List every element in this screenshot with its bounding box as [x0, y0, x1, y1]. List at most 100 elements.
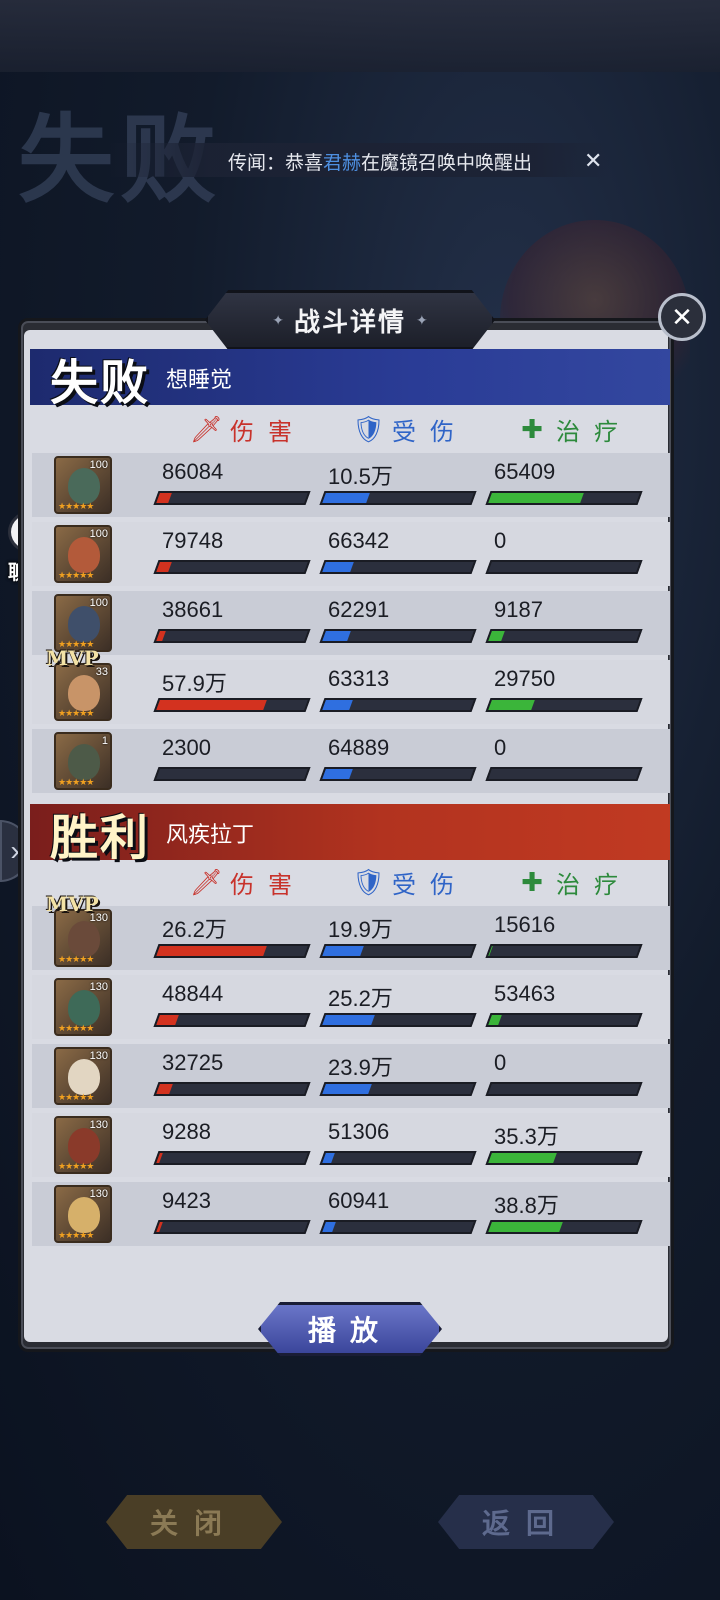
hero-stat-row: 100 ★★★★★ 79748 66342 0: [32, 522, 670, 586]
stat-taken: 23.9万: [319, 1050, 484, 1096]
stat-taken-bar-fill: [322, 700, 353, 710]
hero-avatar[interactable]: 100 ★★★★★: [54, 594, 112, 652]
back-button[interactable]: 返回: [438, 1495, 614, 1549]
stat-taken-value: 64889: [328, 735, 390, 760]
panel-close-button[interactable]: ✕: [658, 293, 706, 341]
stat-taken-bar-fill: [322, 1222, 337, 1232]
stat-taken-value: 51306: [328, 1119, 390, 1144]
stat-damage-bar-fill: [156, 1015, 180, 1025]
heart-cross-icon: ✚: [521, 867, 543, 897]
play-button[interactable]: 播放: [258, 1302, 442, 1356]
column-header-heal: ✚ 治疗: [516, 864, 632, 900]
stat-heal: 15616: [485, 912, 650, 958]
stat-damage-bar-fill: [156, 631, 166, 641]
hero-star-rank-icon: ★★★★★: [58, 1092, 94, 1102]
rumor-suffix: 在魔镜召唤中唤醒出: [361, 153, 533, 174]
hero-avatar[interactable]: 33 ★★★★★: [54, 663, 112, 721]
hero-stat-row: 130 ★★★★★ 32725 23.9万 0: [32, 1044, 670, 1108]
hero-level: 1: [101, 735, 108, 747]
column-label: 治疗: [556, 871, 632, 899]
column-label: 受伤: [392, 418, 468, 446]
hero-stat-row: 100 ★★★★★ 86084 10.5万 65409: [32, 453, 670, 517]
rumor-ticker: 传闻：恭喜君赫在魔镜召唤中唤醒出 ✕: [110, 143, 610, 177]
team-name: 风疾拉丁: [166, 822, 255, 847]
stat-damage-value: 86084: [162, 459, 224, 484]
stat-heal-value: 0: [494, 1050, 507, 1075]
rumor-text: 传闻：恭喜君赫在魔镜召唤中唤醒出: [228, 148, 532, 175]
column-label: 伤害: [230, 418, 306, 446]
hero-star-rank-icon: ★★★★★: [58, 1230, 94, 1240]
stat-damage: 79748: [153, 528, 318, 574]
stat-heal-value: 9187: [494, 597, 543, 622]
stat-taken-value: 62291: [328, 597, 390, 622]
top-strip: [0, 0, 720, 72]
stat-taken-bar: [319, 767, 477, 781]
stat-heal-bar-fill: [488, 946, 494, 956]
stat-heal-bar: [485, 1013, 643, 1027]
hero-star-rank-icon: ★★★★★: [58, 1161, 94, 1171]
team-banner: 胜利 风疾拉丁: [30, 804, 670, 866]
stat-damage-bar: [153, 491, 311, 505]
stat-damage-bar: [153, 698, 311, 712]
stat-heal-bar-fill: [488, 631, 506, 641]
stat-heal-value: 29750: [494, 666, 556, 691]
stat-taken-bar: [319, 560, 477, 574]
hero-avatar[interactable]: 130 ★★★★★: [54, 978, 112, 1036]
stat-taken-value: 63313: [328, 666, 390, 691]
hero-avatar[interactable]: 130 ★★★★★: [54, 1116, 112, 1174]
hero-level: 130: [89, 1188, 108, 1200]
stat-heal-bar: [485, 944, 643, 958]
stat-heal: 65409: [485, 459, 650, 505]
rumor-close-icon[interactable]: ✕: [584, 148, 602, 174]
hero-stat-row: MVP 33 ★★★★★ 57.9万 63313 29750: [32, 646, 670, 724]
hero-avatar[interactable]: 130 ★★★★★: [54, 909, 112, 967]
stat-heal: 0: [485, 735, 650, 781]
close-button[interactable]: 关闭: [106, 1495, 282, 1549]
stat-damage-value: 32725: [162, 1050, 224, 1075]
stat-heal-bar: [485, 698, 643, 712]
stat-heal-bar-fill: [488, 1153, 557, 1163]
stat-taken: 25.2万: [319, 981, 484, 1027]
stat-taken-bar-fill: [322, 946, 365, 956]
stat-heal-value: 15616: [494, 912, 556, 937]
hero-avatar[interactable]: 100 ★★★★★: [54, 456, 112, 514]
hero-star-rank-icon: ★★★★★: [58, 954, 94, 964]
column-label: 受伤: [392, 871, 468, 899]
stat-damage-bar: [153, 629, 311, 643]
hero-portrait: [68, 990, 100, 1026]
column-header-heal: ✚ 治疗: [516, 411, 632, 447]
stat-heal-bar: [485, 1082, 643, 1096]
stat-taken: 19.9万: [319, 912, 484, 958]
stat-damage-bar-fill: [156, 1222, 163, 1232]
stat-damage-bar-fill: [156, 946, 267, 956]
stat-taken-bar: [319, 1220, 477, 1234]
hero-avatar[interactable]: 130 ★★★★★: [54, 1185, 112, 1243]
stat-heal-bar-fill: [488, 562, 492, 572]
header-star-icon: ✦: [272, 311, 284, 328]
hero-avatar[interactable]: 100 ★★★★★: [54, 525, 112, 583]
stat-damage-value: 9288: [162, 1119, 211, 1144]
stat-taken-bar-fill: [322, 1084, 372, 1094]
stat-taken-bar-fill: [322, 493, 371, 503]
header-star-icon: ✦: [416, 311, 428, 328]
stat-taken: 51306: [319, 1119, 484, 1165]
hero-portrait: [68, 468, 100, 504]
hero-avatar[interactable]: 1 ★★★★★: [54, 732, 112, 790]
stat-heal: 0: [485, 528, 650, 574]
stat-taken-bar: [319, 944, 477, 958]
hero-portrait: [68, 606, 100, 642]
stat-damage-bar-fill: [156, 1153, 163, 1163]
hero-level: 130: [89, 1119, 108, 1131]
sword-icon: 🗡: [190, 867, 224, 897]
stat-heal-bar: [485, 491, 643, 505]
stat-damage: 26.2万: [153, 912, 318, 958]
stat-taken-bar: [319, 698, 477, 712]
stat-taken-value: 23.9万: [328, 1055, 393, 1080]
stat-heal: 0: [485, 1050, 650, 1096]
stat-damage-bar-fill: [156, 493, 172, 503]
hero-avatar[interactable]: 130 ★★★★★: [54, 1047, 112, 1105]
stat-taken-value: 60941: [328, 1188, 390, 1213]
hero-portrait: [68, 537, 100, 573]
stat-taken-value: 66342: [328, 528, 390, 553]
mvp-badge: MVP: [46, 892, 99, 916]
